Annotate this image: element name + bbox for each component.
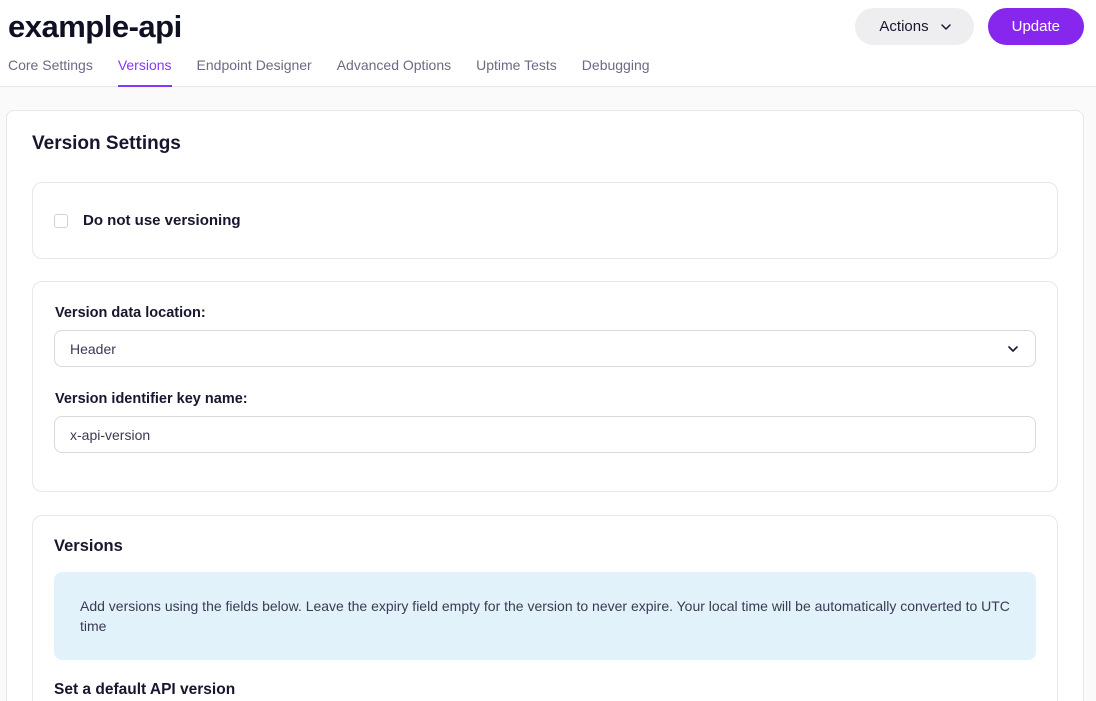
versions-info-box: Add versions using the fields below. Lea…: [54, 572, 1036, 660]
tab-core-settings[interactable]: Core Settings: [8, 55, 93, 87]
tab-advanced-options[interactable]: Advanced Options: [337, 55, 451, 87]
version-identifier-key-input[interactable]: [54, 416, 1036, 453]
versions-list-card: Versions Add versions using the fields b…: [32, 515, 1058, 701]
version-identifier-key-label: Version identifier key name:: [55, 391, 1036, 407]
chevron-down-icon: [938, 19, 954, 35]
version-fields-card: Version data location: Header Version id…: [32, 281, 1058, 492]
versions-heading: Versions: [54, 537, 1036, 556]
page-title: example-api: [8, 9, 182, 45]
version-data-location-label: Version data location:: [55, 305, 1036, 321]
header-buttons: Actions Update: [855, 8, 1084, 45]
versioning-toggle-card: Do not use versioning: [32, 182, 1058, 259]
tab-debugging[interactable]: Debugging: [582, 55, 650, 87]
default-api-version-heading: Set a default API version: [54, 681, 1036, 699]
actions-button-label: Actions: [879, 18, 928, 35]
tab-endpoint-designer[interactable]: Endpoint Designer: [197, 55, 312, 87]
do-not-use-versioning-label[interactable]: Do not use versioning: [83, 212, 241, 229]
version-data-location-select[interactable]: Header: [54, 330, 1036, 367]
do-not-use-versioning-row: Do not use versioning: [54, 212, 1036, 229]
actions-button[interactable]: Actions: [855, 8, 973, 45]
content-area: Version Settings Do not use versioning V…: [0, 87, 1096, 701]
tab-versions[interactable]: Versions: [118, 55, 172, 87]
update-button[interactable]: Update: [988, 8, 1084, 45]
version-data-location-value: Header: [70, 341, 116, 357]
do-not-use-versioning-checkbox[interactable]: [54, 214, 68, 228]
tab-bar: Core Settings Versions Endpoint Designer…: [0, 45, 1096, 87]
tab-uptime-tests[interactable]: Uptime Tests: [476, 55, 557, 87]
app-header: example-api Actions Update: [0, 0, 1096, 45]
version-settings-card: Version Settings Do not use versioning V…: [6, 110, 1084, 701]
chevron-down-icon: [1005, 341, 1021, 357]
version-settings-heading: Version Settings: [32, 133, 1058, 155]
